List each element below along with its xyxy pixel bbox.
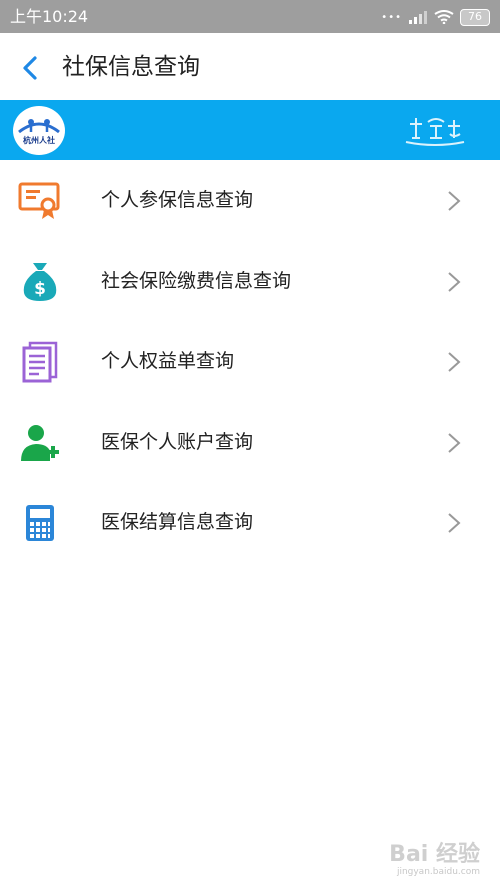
wifi-icon	[434, 10, 454, 24]
status-bar: 上午10:24 ••• 76	[0, 0, 500, 33]
menu-item-medical-settlement[interactable]: 医保结算信息查询	[0, 482, 500, 563]
banner: 杭州人社	[0, 100, 500, 160]
menu-item-label: 个人权益单查询	[101, 350, 235, 372]
notification-dots-icon: •••	[381, 11, 402, 23]
menu-item-payment-info[interactable]: $ 社会保险缴费信息查询	[0, 241, 500, 322]
chevron-right-icon	[448, 352, 461, 372]
menu-item-personal-insurance[interactable]: 个人参保信息查询	[0, 160, 500, 241]
brand-logo: 杭州人社	[13, 106, 65, 155]
chevron-left-icon	[23, 56, 37, 80]
page-title: 社保信息查询	[62, 54, 200, 80]
document-icon	[18, 341, 62, 383]
calculator-icon	[18, 502, 62, 544]
menu-item-label: 医保结算信息查询	[101, 511, 254, 533]
status-icons: ••• 76	[381, 6, 490, 28]
watermark-main: Bai 经验	[389, 842, 480, 867]
chevron-right-icon	[448, 513, 461, 533]
watermark-sub: jingyan.baidu.com	[396, 867, 480, 877]
back-button[interactable]	[14, 53, 46, 83]
app-header: 社保信息查询	[0, 33, 500, 100]
logo-text: 杭州人社	[23, 136, 55, 145]
watermark: Bai 经验 jingyan.baidu.com	[389, 842, 480, 878]
money-bag-icon: $	[18, 261, 62, 303]
battery-indicator: 76	[460, 8, 490, 26]
menu-item-label: 医保个人账户查询	[101, 430, 254, 453]
city-pavilion-icon	[405, 118, 465, 146]
add-user-icon	[18, 422, 62, 464]
svg-text:$: $	[34, 279, 46, 299]
certificate-icon	[18, 180, 62, 222]
chevron-right-icon	[448, 271, 461, 292]
chevron-right-icon	[448, 191, 461, 211]
signal-icon	[409, 11, 427, 24]
menu-list: 个人参保信息查询 $ 社会保险缴费信息查询 个人权益单查询 医保个人账户查询 医…	[0, 160, 500, 563]
chevron-right-icon	[448, 432, 461, 453]
menu-item-label: 社会保险缴费信息查询	[101, 269, 292, 292]
menu-item-rights-statement[interactable]: 个人权益单查询	[0, 321, 500, 402]
menu-item-medical-account[interactable]: 医保个人账户查询	[0, 402, 500, 483]
status-time: 上午10:24	[10, 7, 89, 26]
menu-item-label: 个人参保信息查询	[101, 189, 254, 211]
